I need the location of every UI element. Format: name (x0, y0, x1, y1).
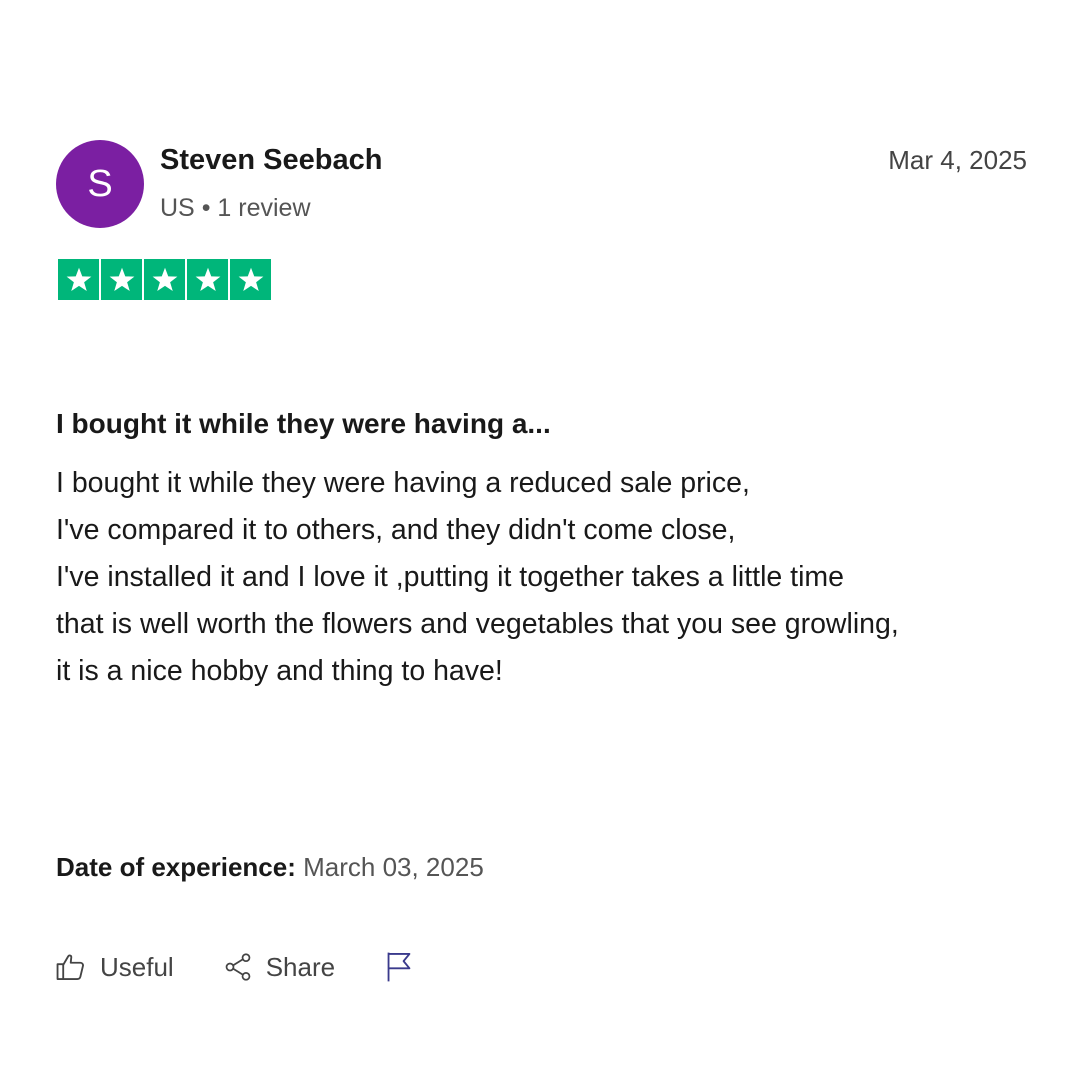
report-button[interactable] (383, 950, 415, 984)
star-icon (187, 259, 228, 300)
date-of-experience: Date of experience: March 03, 2025 (56, 852, 484, 883)
avatar-initial: S (87, 162, 113, 205)
thumbs-up-icon (54, 950, 88, 984)
experience-date: March 03, 2025 (303, 852, 484, 882)
share-icon (222, 951, 254, 983)
review-body-line: that is well worth the flowers and veget… (56, 608, 899, 640)
reviewer-meta: US • 1 review (160, 194, 311, 223)
reviewer-country: US (160, 194, 195, 222)
meta-separator: • (201, 194, 211, 222)
flag-icon (383, 950, 415, 984)
experience-label: Date of experience: (56, 852, 296, 882)
review-body-line: I've compared it to others, and they did… (56, 514, 736, 546)
reviewer-review-count: 1 review (217, 194, 311, 222)
review-body: I bought it while they were having a red… (56, 460, 1066, 695)
star-rating (58, 259, 271, 300)
share-label: Share (265, 951, 336, 982)
star-icon (144, 259, 185, 300)
review-body-line: I've installed it and I love it ,putting… (56, 561, 845, 593)
review-title[interactable]: I bought it while they were having a... (56, 408, 551, 440)
review-card: S Steven Seebach US • 1 review Mar 4, 20… (0, 0, 1080, 1080)
star-icon (230, 259, 271, 300)
useful-label: Useful (100, 951, 174, 982)
avatar[interactable]: S (56, 140, 144, 228)
reviewer-name[interactable]: Steven Seebach (160, 144, 382, 177)
review-actions: Useful Share (54, 950, 415, 984)
star-icon (101, 259, 142, 300)
review-date: Mar 4, 2025 (888, 145, 1027, 175)
review-body-line: I bought it while they were having a red… (56, 467, 750, 499)
review-body-line: it is a nice hobby and thing to have! (56, 655, 503, 687)
star-icon (58, 259, 99, 300)
useful-button[interactable]: Useful (54, 950, 174, 984)
share-button[interactable]: Share (222, 951, 335, 983)
